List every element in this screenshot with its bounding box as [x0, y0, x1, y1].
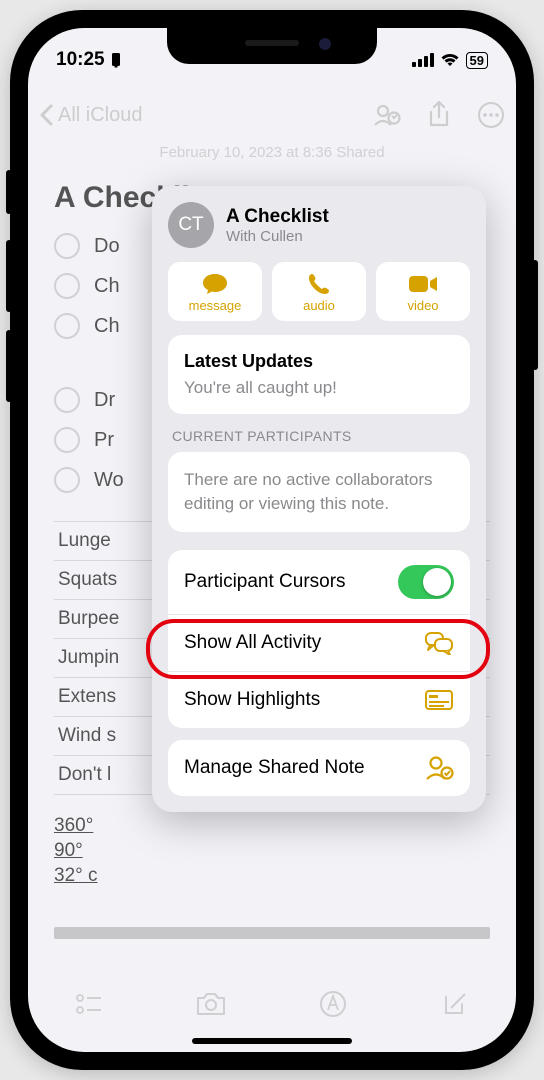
- participants-label: CURRENT PARTICIPANTS: [172, 428, 466, 444]
- back-button[interactable]: All iCloud: [38, 104, 142, 127]
- updates-heading: Latest Updates: [184, 351, 454, 372]
- popover-title: A Checklist: [226, 206, 329, 228]
- attachment-placeholder: [54, 927, 490, 939]
- person-check-icon: [424, 755, 454, 781]
- participants-body: There are no active collaborators editin…: [184, 468, 454, 516]
- note-timestamp: February 10, 2023 at 8:36 Shared: [54, 144, 490, 161]
- checkbox-icon[interactable]: [54, 273, 80, 299]
- chevron-left-icon: [38, 104, 54, 126]
- highlights-icon: [424, 687, 454, 713]
- manage-menu: Manage Shared Note: [168, 740, 470, 796]
- video-icon: [408, 272, 438, 296]
- misc-line: 90°: [54, 840, 490, 862]
- back-label: All iCloud: [58, 104, 142, 127]
- check-label: Do: [94, 235, 120, 258]
- show-all-activity-row[interactable]: Show All Activity: [168, 615, 470, 672]
- markup-icon[interactable]: [316, 987, 350, 1021]
- updates-card: Latest Updates You're all caught up!: [168, 335, 470, 414]
- check-label: Ch: [94, 275, 120, 298]
- camera-icon[interactable]: [194, 987, 228, 1021]
- options-menu: Participant Cursors Show All Activity Sh…: [168, 550, 470, 728]
- show-highlights-row[interactable]: Show Highlights: [168, 672, 470, 728]
- checkbox-icon[interactable]: [54, 467, 80, 493]
- check-label: Dr: [94, 389, 115, 412]
- message-icon: [201, 272, 229, 296]
- participants-card: There are no active collaborators editin…: [168, 452, 470, 532]
- share-popover: CT A Checklist With Cullen message audio: [152, 186, 486, 812]
- message-label: message: [189, 298, 242, 313]
- alarm-icon: [109, 52, 123, 68]
- checkbox-icon[interactable]: [54, 427, 80, 453]
- video-label: video: [407, 298, 438, 313]
- manage-label: Manage Shared Note: [184, 757, 365, 779]
- nav-bar: All iCloud: [28, 88, 516, 142]
- misc-line: 32° c: [54, 865, 490, 887]
- check-label: Wo: [94, 469, 124, 492]
- home-indicator[interactable]: [192, 1038, 352, 1044]
- video-button[interactable]: video: [376, 262, 470, 321]
- check-label: Pr: [94, 429, 114, 452]
- highlights-label: Show Highlights: [184, 689, 320, 711]
- compose-icon[interactable]: [438, 987, 472, 1021]
- bottom-toolbar: [28, 976, 516, 1032]
- manage-shared-note-row[interactable]: Manage Shared Note: [168, 740, 470, 796]
- check-label: Ch: [94, 315, 120, 338]
- message-button[interactable]: message: [168, 262, 262, 321]
- battery-indicator: 59: [466, 52, 488, 69]
- misc-line: 360°: [54, 815, 490, 837]
- avatar: CT: [168, 202, 214, 248]
- popover-subtitle: With Cullen: [226, 228, 329, 245]
- cursors-label: Participant Cursors: [184, 571, 346, 593]
- status-time: 10:25: [56, 49, 105, 71]
- updates-body: You're all caught up!: [184, 378, 454, 398]
- audio-label: audio: [303, 298, 335, 313]
- share-icon[interactable]: [424, 100, 454, 130]
- checkbox-icon[interactable]: [54, 387, 80, 413]
- audio-button[interactable]: audio: [272, 262, 366, 321]
- checkbox-icon[interactable]: [54, 233, 80, 259]
- checklist-icon[interactable]: [72, 987, 106, 1021]
- chat-bubbles-icon: [424, 630, 454, 656]
- more-icon[interactable]: [476, 100, 506, 130]
- checkbox-icon[interactable]: [54, 313, 80, 339]
- cellular-icon: [412, 53, 434, 67]
- collaborate-icon[interactable]: [372, 100, 402, 130]
- participant-cursors-row[interactable]: Participant Cursors: [168, 550, 470, 615]
- wifi-icon: [440, 53, 460, 67]
- activity-label: Show All Activity: [184, 632, 321, 654]
- phone-icon: [307, 272, 331, 296]
- cursors-toggle[interactable]: [398, 565, 454, 599]
